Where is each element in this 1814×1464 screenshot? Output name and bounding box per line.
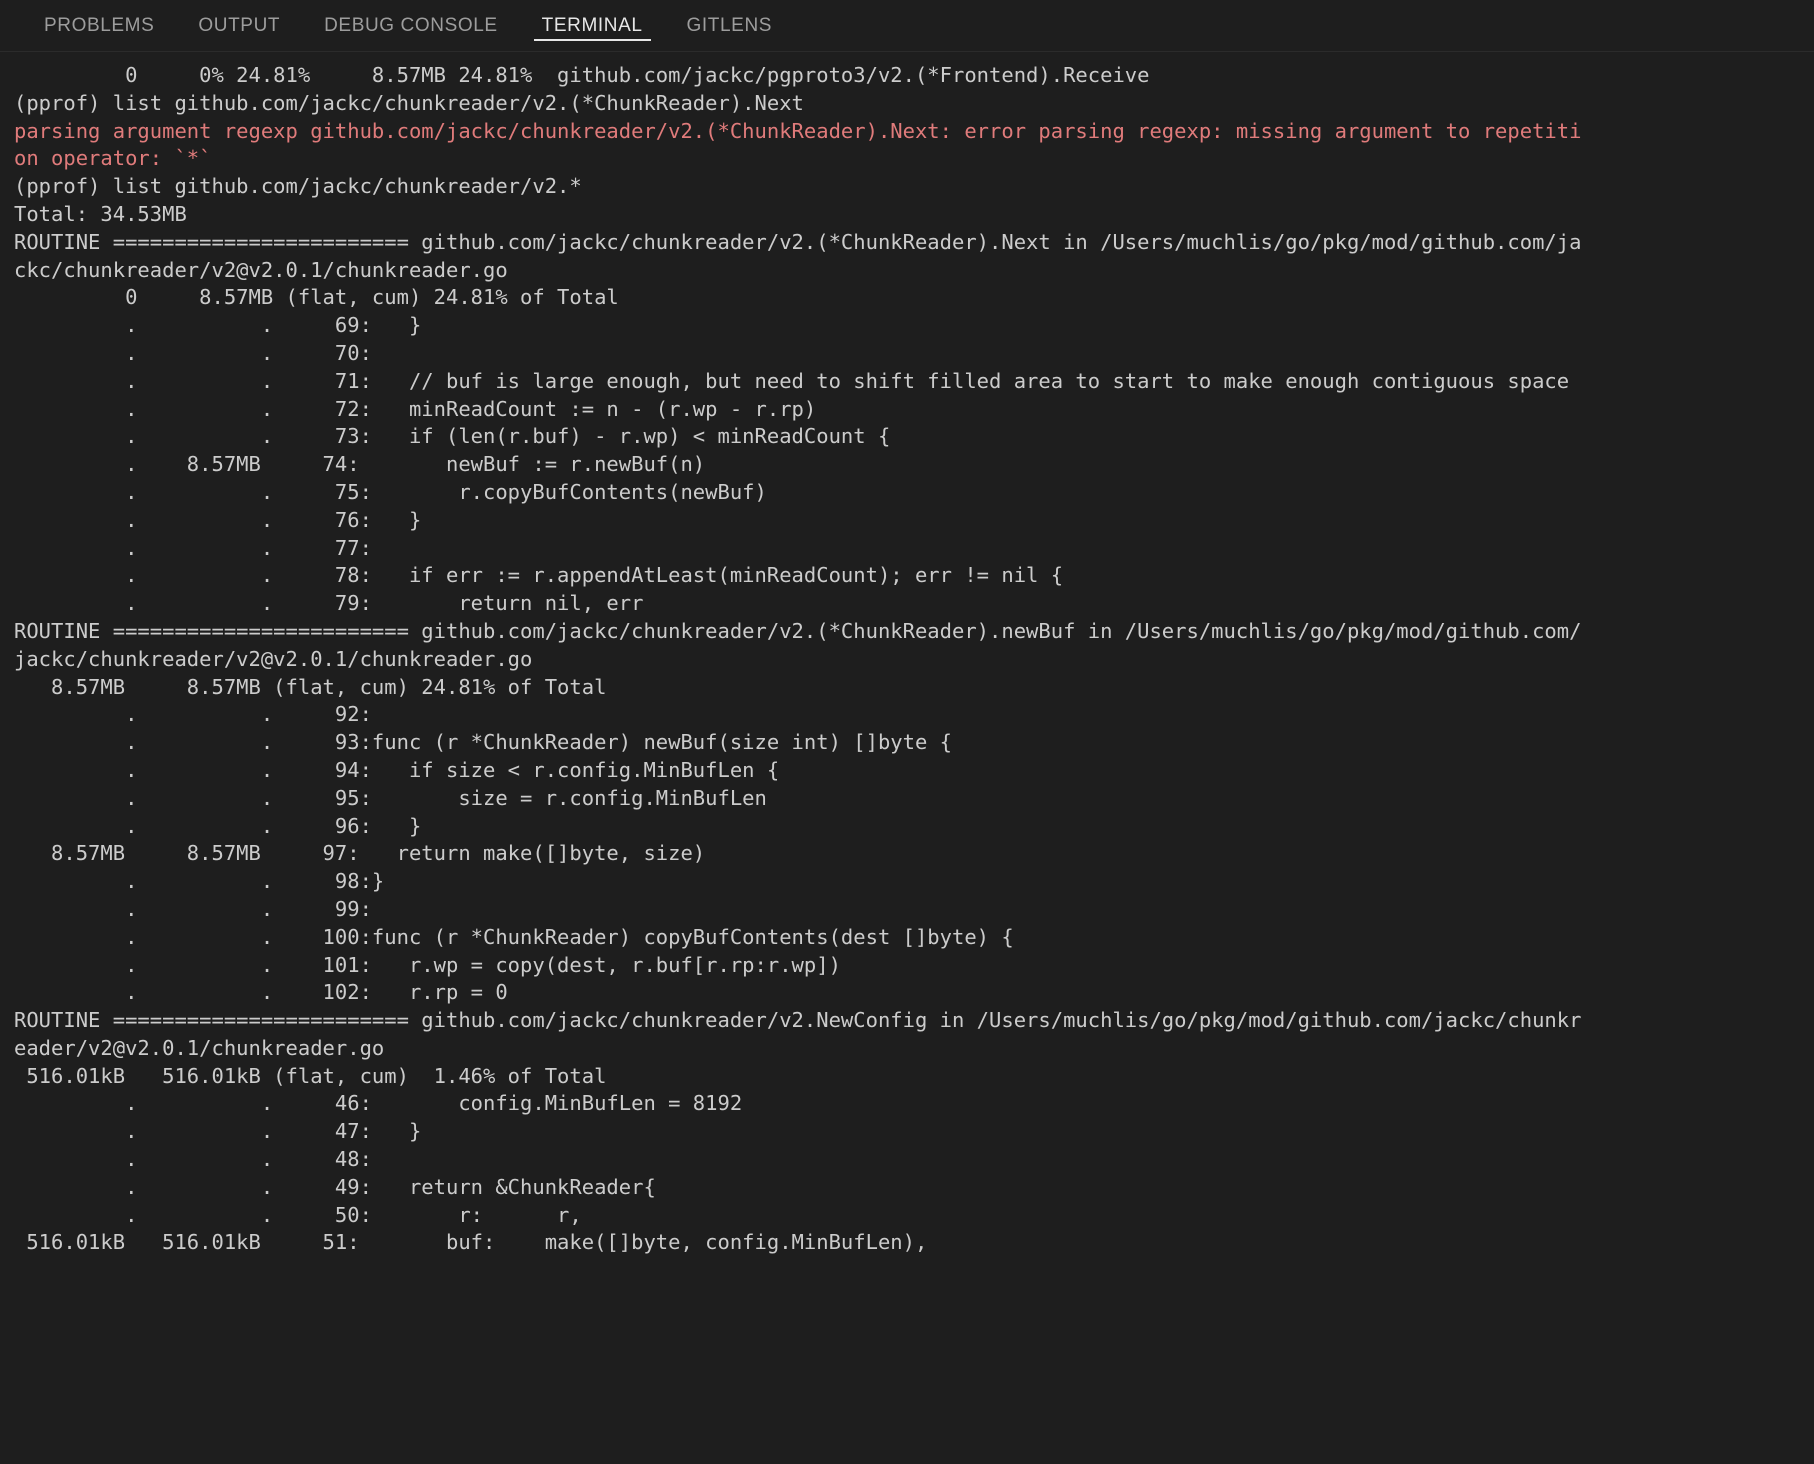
terminal-line: Total: 34.53MB (14, 201, 187, 226)
terminal-line: 8.57MB 8.57MB (flat, cum) 24.81% of Tota… (14, 674, 607, 699)
tab-label: PROBLEMS (44, 15, 155, 36)
terminal-line: 0 8.57MB (flat, cum) 24.81% of Total (14, 285, 619, 310)
terminal-line: on operator: `*` (14, 146, 212, 171)
terminal-line: . . 101: r.wp = copy(dest, r.buf[r.rp:r.… (14, 952, 841, 977)
terminal-line: . . 99: (14, 896, 372, 921)
tab-output[interactable]: OUTPUT (176, 0, 302, 52)
tab-label: OUTPUT (198, 15, 281, 36)
terminal-line: (pprof) list github.com/jackc/chunkreade… (14, 90, 804, 115)
terminal-line: . . 71: // buf is large enough, but need… (14, 368, 1570, 393)
terminal-line: . . 96: } (14, 813, 422, 838)
tab-gitlens[interactable]: GITLENS (665, 0, 795, 52)
terminal-panel[interactable]: 0 0% 24.81% 8.57MB 24.81% github.com/jac… (0, 52, 1814, 1464)
terminal-line: ROUTINE ======================== github.… (14, 229, 1582, 254)
terminal-line: ckc/chunkreader/v2@v2.0.1/chunkreader.go (14, 257, 508, 282)
tab-debug-console[interactable]: DEBUG CONSOLE (302, 0, 520, 52)
tab-problems[interactable]: PROBLEMS (22, 0, 176, 52)
terminal-line: . . 70: (14, 340, 372, 365)
terminal-line: . . 50: r: r, (14, 1202, 582, 1227)
tab-label: TERMINAL (541, 15, 643, 36)
terminal-line: parsing argument regexp github.com/jackc… (14, 118, 1582, 143)
terminal-line: . . 94: if size < r.config.MinBufLen { (14, 757, 780, 782)
terminal-line: . . 69: } (14, 313, 422, 338)
terminal-line: . . 46: config.MinBufLen = 8192 (14, 1091, 743, 1116)
panel-tab-bar: PROBLEMS OUTPUT DEBUG CONSOLE TERMINAL G… (0, 0, 1814, 52)
terminal-line: . . 93:func (r *ChunkReader) newBuf(size… (14, 730, 952, 755)
terminal-line: eader/v2@v2.0.1/chunkreader.go (14, 1035, 385, 1060)
terminal-line: . . 48: (14, 1147, 372, 1172)
terminal-line: 0 0% 24.81% 8.57MB 24.81% github.com/jac… (14, 63, 1150, 87)
terminal-output: 0 0% 24.81% 8.57MB 24.81% github.com/jac… (0, 62, 1814, 1257)
terminal-line: 516.01kB 516.01kB (flat, cum) 1.46% of T… (14, 1063, 607, 1088)
terminal-line: . . 78: if err := r.appendAtLeast(minRea… (14, 563, 1064, 588)
terminal-line: . 8.57MB 74: newBuf := r.newBuf(n) (14, 452, 706, 477)
terminal-line: . . 79: return nil, err (14, 591, 644, 616)
terminal-line: . . 92: (14, 702, 372, 727)
terminal-line: . . 102: r.rp = 0 (14, 980, 508, 1005)
terminal-line: . . 49: return &ChunkReader{ (14, 1174, 656, 1199)
terminal-line: . . 77: (14, 535, 372, 560)
terminal-line: 516.01kB 516.01kB 51: buf: make([]byte, … (14, 1230, 928, 1255)
tab-terminal[interactable]: TERMINAL (520, 0, 665, 52)
terminal-line: ROUTINE ======================== github.… (14, 618, 1582, 643)
terminal-line: 8.57MB 8.57MB 97: return make([]byte, si… (14, 841, 706, 866)
terminal-line: . . 72: minReadCount := n - (r.wp - r.rp… (14, 396, 817, 421)
terminal-line: . . 98:} (14, 869, 385, 894)
terminal-line: (pprof) list github.com/jackc/chunkreade… (14, 174, 582, 199)
terminal-line: . . 100:func (r *ChunkReader) copyBufCon… (14, 924, 1014, 949)
terminal-line: . . 73: if (len(r.buf) - r.wp) < minRead… (14, 424, 891, 449)
terminal-line: . . 75: r.copyBufContents(newBuf) (14, 479, 767, 504)
terminal-line: ROUTINE ======================== github.… (14, 1008, 1582, 1033)
tab-label: GITLENS (686, 15, 773, 36)
terminal-line: jackc/chunkreader/v2@v2.0.1/chunkreader.… (14, 646, 533, 671)
terminal-line: . . 47: } (14, 1119, 422, 1144)
tab-label: DEBUG CONSOLE (324, 15, 498, 36)
terminal-line: . . 95: size = r.config.MinBufLen (14, 785, 767, 810)
terminal-line: . . 76: } (14, 507, 422, 532)
